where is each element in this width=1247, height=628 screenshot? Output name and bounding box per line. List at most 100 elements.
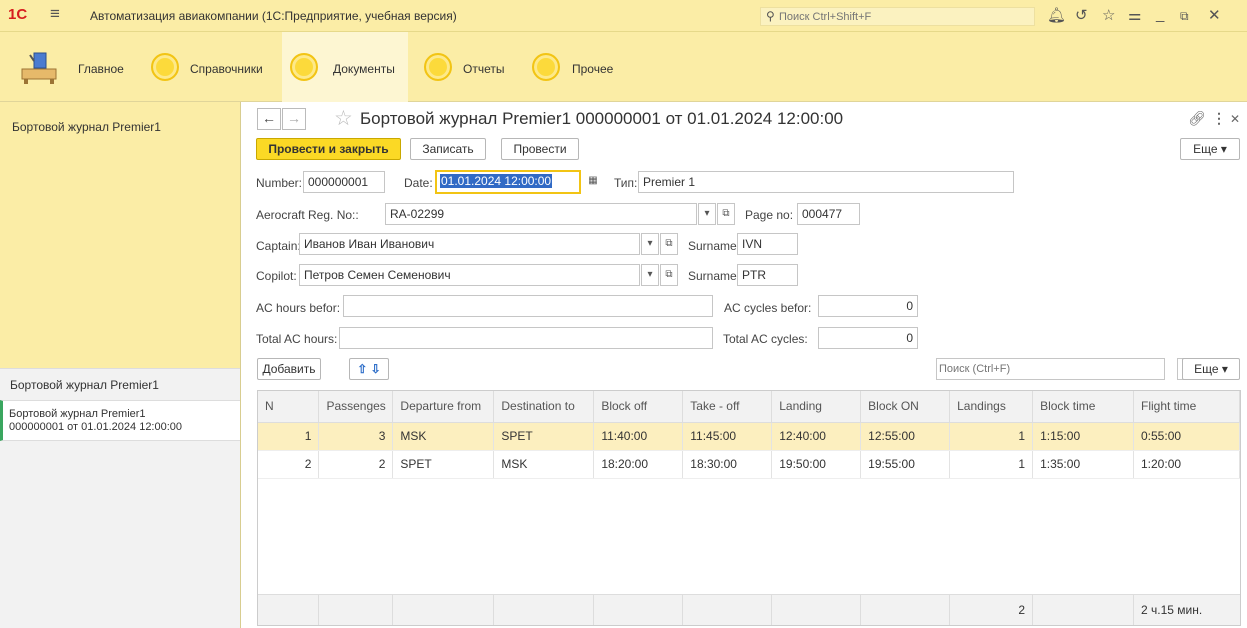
total-cycles-label: Total AC cycles:	[723, 332, 808, 346]
column-header[interactable]: Block time	[1032, 391, 1134, 423]
history-icon[interactable]: ↺	[1075, 6, 1088, 24]
nav-item-flight-log[interactable]: Бортовой журнал Premier1	[12, 120, 161, 134]
cell-passengers: 2	[318, 450, 394, 479]
total-cycles-field[interactable]: 0	[818, 327, 918, 349]
section-catalogs[interactable]: Справочники	[145, 32, 265, 102]
copilot-surname-field[interactable]: PTR	[737, 264, 798, 286]
ac-cycles-field[interactable]: 0	[818, 295, 918, 317]
column-header[interactable]: N	[258, 391, 320, 423]
star-icon[interactable]: ☆	[1102, 6, 1115, 24]
cell-block-on: 12:55:00	[860, 422, 951, 451]
footer-cell	[1033, 595, 1134, 625]
cell-landing: 12:40:00	[771, 422, 862, 451]
menu-icon[interactable]: ≡	[50, 4, 60, 24]
section-main[interactable]: Главное	[10, 32, 130, 102]
cell-block-time: 1:35:00	[1032, 450, 1134, 479]
table-row[interactable]: 2 2 SPET MSK 18:20:00 18:30:00 19:50:00 …	[258, 450, 1240, 479]
column-header[interactable]: Landing	[771, 391, 862, 423]
open-window-item-line2: 000000001 от 01.01.2024 12:00:00	[9, 421, 183, 433]
open-window-list-item[interactable]: Бортовой журнал Premier1	[10, 378, 159, 392]
footer-flight-time-total: 2 ч.15 мин.	[1141, 603, 1203, 617]
minimize-icon[interactable]: _	[1156, 6, 1164, 23]
captain-field[interactable]: Иванов Иван Иванович	[299, 233, 640, 255]
back-button[interactable]: ←	[257, 108, 281, 130]
column-header[interactable]: Landings	[949, 391, 1034, 423]
open-icon[interactable]: ⧉	[660, 233, 678, 255]
table-search-input[interactable]	[937, 359, 1137, 379]
chevron-down-icon[interactable]: ▾	[641, 264, 659, 286]
circle-icon	[151, 53, 179, 81]
table-footer-row: 2 2 ч.15 мин.	[258, 594, 1240, 625]
page-title: Бортовой журнал Premier1 000000001 от 01…	[360, 109, 844, 128]
move-up-down-buttons[interactable]: ⇧ ⇩	[349, 358, 389, 380]
cell-flight-time: 1:20:00	[1133, 450, 1240, 479]
more-button[interactable]: Еще ▾	[1180, 138, 1240, 160]
number-field[interactable]: 000000001	[303, 171, 385, 193]
column-header[interactable]: Flight time	[1133, 391, 1240, 423]
footer-cell	[683, 595, 772, 625]
global-search[interactable]: ⚲	[760, 7, 1035, 26]
flights-table-grid: N Passenges Departure from Destination t…	[258, 391, 1240, 479]
column-header[interactable]: Take - off	[682, 391, 773, 423]
link-icon[interactable]: 🔗︎	[1188, 110, 1206, 127]
calendar-icon[interactable]: ▦	[584, 171, 602, 193]
chevron-down-icon[interactable]: ▾	[698, 203, 716, 225]
document-form: ← → ☆ Бортовой журнал Premier1 000000001…	[242, 102, 1247, 628]
section-documents-label: Документы	[333, 62, 395, 76]
table-header-row: N Passenges Departure from Destination t…	[258, 391, 1240, 423]
captain-label: Captain:	[256, 239, 301, 253]
app-logo: 1С	[8, 6, 28, 23]
total-hours-label: Total AC hours:	[256, 332, 338, 346]
type-field[interactable]: Premier 1	[638, 171, 1014, 193]
column-header[interactable]: Block off	[593, 391, 684, 423]
cell-flight-time: 0:55:00	[1133, 422, 1240, 451]
column-header[interactable]: Block ON	[860, 391, 951, 423]
table-row[interactable]: 1 3 MSK SPET 11:40:00 11:45:00 12:40:00 …	[258, 422, 1240, 451]
cell-landings: 1	[949, 450, 1034, 479]
date-field[interactable]: 01.01.2024 12:00:00	[435, 170, 581, 194]
column-header[interactable]: Departure from	[392, 391, 495, 423]
section-other-label: Прочее	[572, 62, 614, 76]
section-reports[interactable]: Отчеты	[418, 32, 518, 102]
section-reports-label: Отчеты	[463, 62, 505, 76]
number-label: Number:	[256, 176, 303, 190]
more-actions-icon[interactable]: ⋮	[1212, 110, 1226, 127]
settings-menu-icon[interactable]: ⚌	[1128, 6, 1141, 24]
column-header[interactable]: Destination to	[493, 391, 595, 423]
global-search-input[interactable]	[779, 9, 1029, 24]
add-row-button[interactable]: Добавить	[257, 358, 321, 380]
forward-button[interactable]: →	[282, 108, 306, 130]
copilot-field[interactable]: Петров Семен Семенович	[299, 264, 640, 286]
post-and-close-button[interactable]: Провести и закрыть	[256, 138, 401, 160]
section-other[interactable]: Прочее	[526, 32, 626, 102]
bell-icon[interactable]: 🔔︎	[1047, 6, 1066, 24]
table-more-button[interactable]: Еще ▾	[1182, 358, 1240, 380]
open-window-active-item[interactable]: Бортовой журнал Premier1 000000001 от 01…	[0, 400, 240, 441]
close-form-icon[interactable]: ✕	[1230, 112, 1240, 126]
open-icon[interactable]: ⧉	[660, 264, 678, 286]
date-label: Date:	[404, 176, 433, 190]
restore-icon[interactable]: ⧉	[1180, 9, 1189, 24]
open-icon[interactable]: ⧉	[717, 203, 735, 225]
circle-icon	[532, 53, 560, 81]
cell-landing: 19:50:00	[771, 450, 862, 479]
post-button[interactable]: Провести	[501, 138, 579, 160]
close-icon[interactable]: ✕	[1208, 6, 1221, 24]
cell-block-off: 11:40:00	[593, 422, 684, 451]
favorite-star-icon[interactable]: ☆	[334, 106, 353, 131]
write-button[interactable]: Записать	[410, 138, 486, 160]
section-main-label: Главное	[78, 62, 124, 76]
column-header[interactable]: Passenges	[318, 391, 394, 423]
flights-table[interactable]: N Passenges Departure from Destination t…	[257, 390, 1241, 626]
chevron-down-icon[interactable]: ▾	[641, 233, 659, 255]
section-documents[interactable]: Документы	[282, 32, 408, 102]
cell-destination: MSK	[493, 450, 595, 479]
page-no-field[interactable]: 000477	[797, 203, 860, 225]
captain-surname-field[interactable]: IVN	[737, 233, 798, 255]
footer-cell	[319, 595, 393, 625]
total-hours-field[interactable]	[339, 327, 713, 349]
ac-hours-field[interactable]	[343, 295, 713, 317]
table-search-field[interactable]	[936, 358, 1165, 380]
reg-no-field[interactable]: RA-02299	[385, 203, 697, 225]
left-panel: Бортовой журнал Premier1 Бортовой журнал…	[0, 102, 241, 628]
